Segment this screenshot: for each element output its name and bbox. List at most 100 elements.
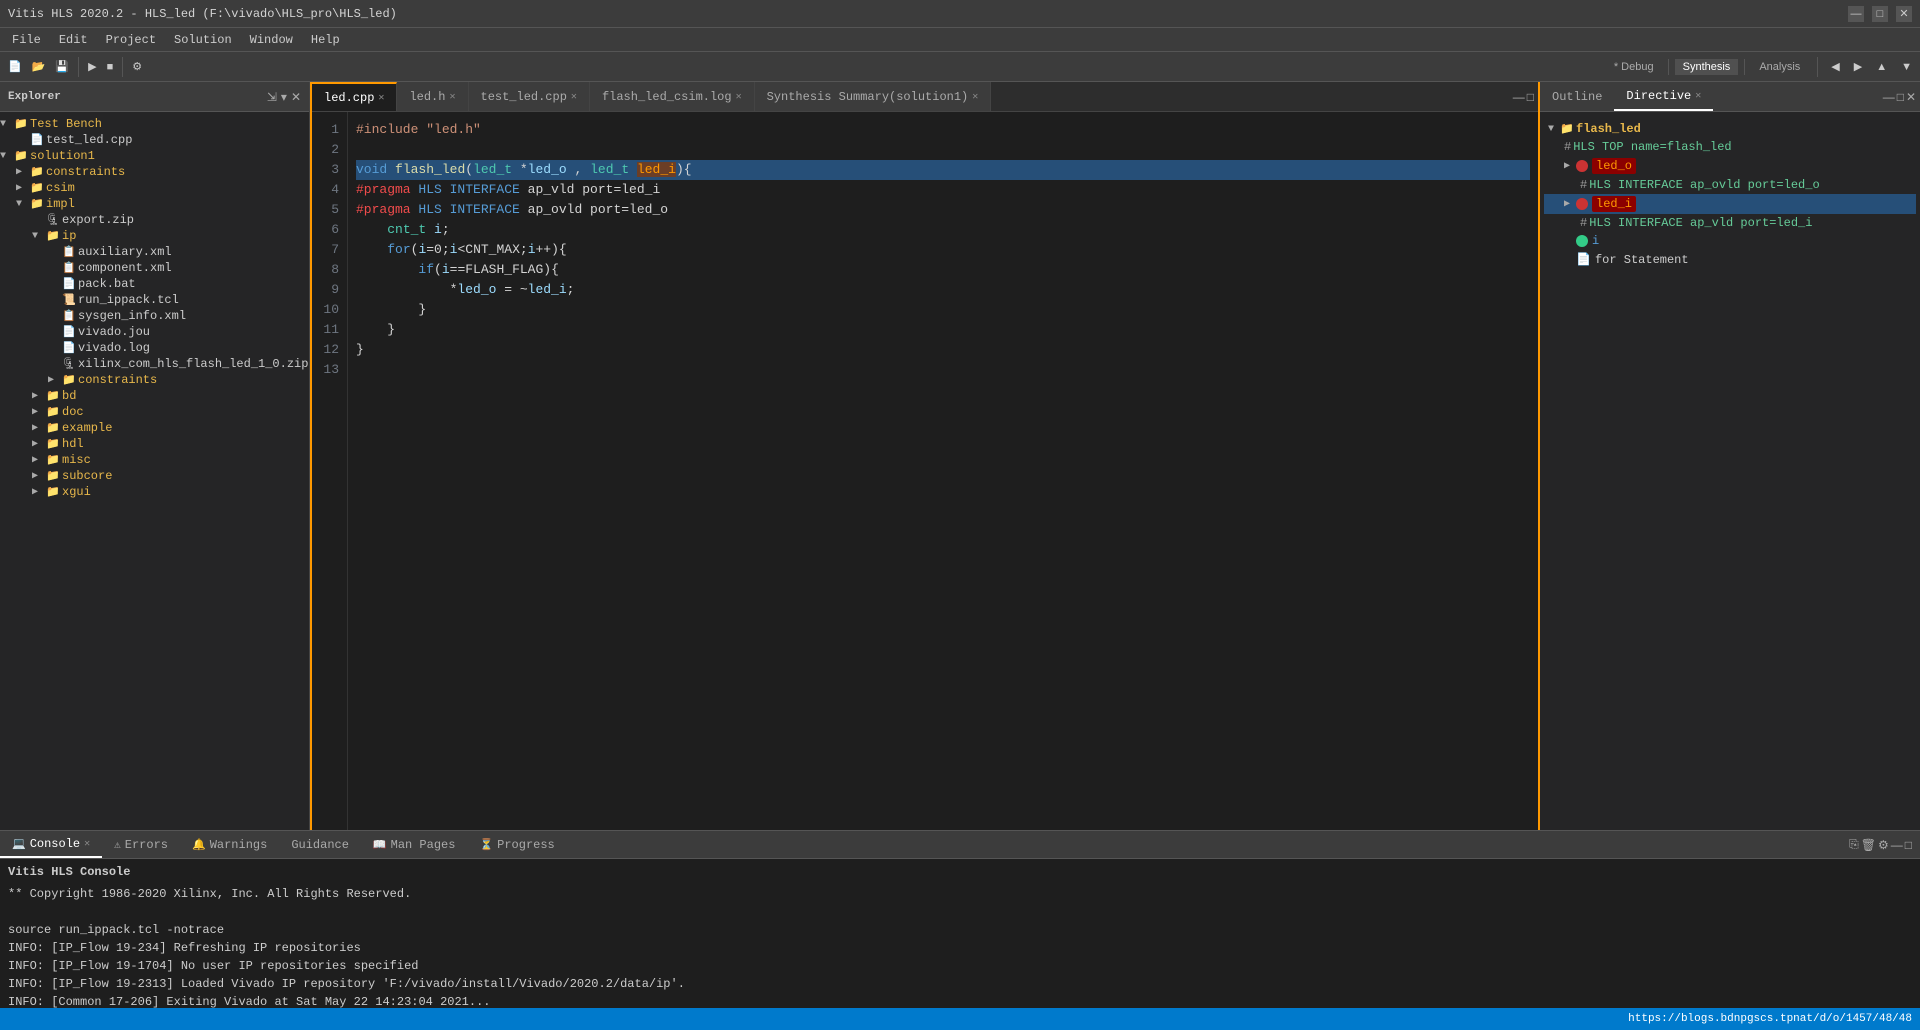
tab-csim-close[interactable]: ✕ — [736, 91, 742, 103]
tree-item[interactable]: ▶📁misc — [0, 452, 309, 468]
analysis-perspective-button[interactable]: Analysis — [1751, 59, 1808, 75]
dir-item-for[interactable]: 📄 for Statement — [1544, 250, 1916, 269]
toolbar-nav-next[interactable]: ▼ — [1897, 59, 1916, 75]
editor-minimize-button[interactable]: — — [1513, 90, 1525, 104]
console-minimize-button[interactable]: — — [1891, 837, 1903, 852]
tab-progress[interactable]: ⏳ Progress — [467, 831, 566, 858]
explorer-panel: Explorer ⇲ ▾ ✕ ▼📁Test Bench📄test_led.cpp… — [0, 82, 310, 830]
tab-led-h-close[interactable]: ✕ — [449, 91, 455, 103]
minimize-button[interactable]: — — [1848, 6, 1864, 22]
toolbar-stop[interactable]: ■ — [103, 59, 118, 75]
tree-item[interactable]: 📋auxiliary.xml — [0, 244, 309, 260]
code-view[interactable]: #include "led.h" void flash_led(led_t *l… — [348, 112, 1538, 830]
console-settings-button[interactable]: ⚙ — [1878, 837, 1889, 852]
menu-file[interactable]: File — [4, 31, 49, 49]
right-panel-minimize[interactable]: — — [1883, 90, 1895, 104]
toolbar-save[interactable]: 💾 — [51, 58, 73, 75]
tree-label: xilinx_com_hls_flash_led_1_0.zip — [78, 357, 308, 371]
tab-test-led-close[interactable]: ✕ — [571, 91, 577, 103]
menu-solution[interactable]: Solution — [166, 31, 240, 49]
tab-console[interactable]: 💻 Console ✕ — [0, 831, 102, 858]
tab-errors[interactable]: ⚠ Errors — [102, 831, 180, 858]
tree-item[interactable]: 📜run_ippack.tcl — [0, 292, 309, 308]
tree-label: misc — [62, 453, 91, 467]
tree-expand-arrow: ▼ — [0, 119, 14, 130]
toolbar-settings[interactable]: ⚙ — [128, 58, 146, 75]
explorer-menu-button[interactable]: ▾ — [281, 90, 287, 104]
console-maximize-button[interactable]: □ — [1905, 837, 1912, 852]
tree-item[interactable]: ▶📁csim — [0, 180, 309, 196]
close-button[interactable]: ✕ — [1896, 6, 1912, 22]
console-panel: 💻 Console ✕ ⚠ Errors 🔔 Warnings Guidance… — [0, 830, 1920, 1030]
right-panel-maximize[interactable]: □ — [1897, 90, 1904, 104]
toolbar-run[interactable]: ▶ — [84, 58, 100, 75]
tab-led-cpp-close[interactable]: ✕ — [378, 92, 384, 104]
tree-item[interactable]: ▼📁ip — [0, 228, 309, 244]
console-clear-button[interactable]: 🗑 — [1861, 837, 1876, 852]
dir-item-flash-led[interactable]: ▼ 📁 flash_led — [1544, 120, 1916, 138]
tree-label: vivado.log — [78, 341, 150, 355]
tree-item[interactable]: 📄pack.bat — [0, 276, 309, 292]
tab-test-led-cpp[interactable]: test_led.cpp ✕ — [469, 82, 590, 111]
tab-synthesis-close[interactable]: ✕ — [972, 91, 978, 103]
console-copy-button[interactable]: ⎘ — [1849, 837, 1859, 852]
tree-item[interactable]: ▶📁bd — [0, 388, 309, 404]
tree-item[interactable]: ▼📁solution1 — [0, 148, 309, 164]
dir-item-led-i[interactable]: ▶ led_i — [1544, 194, 1916, 214]
tab-synthesis-summary[interactable]: Synthesis Summary(solution1) ✕ — [755, 82, 992, 111]
tree-item[interactable]: ▶📁subcore — [0, 468, 309, 484]
tree-item[interactable]: ▼📁impl — [0, 196, 309, 212]
tree-item[interactable]: ▶📁hdl — [0, 436, 309, 452]
folder-icon: 📁 — [30, 197, 46, 211]
menu-edit[interactable]: Edit — [51, 31, 96, 49]
folder-icon: 📁 — [46, 405, 62, 419]
tree-item[interactable]: ▼📁Test Bench — [0, 116, 309, 132]
tab-man-pages-label: Man Pages — [391, 838, 456, 852]
tree-item[interactable]: ▶📁constraints — [0, 164, 309, 180]
right-panel-close[interactable]: ✕ — [1906, 90, 1916, 104]
menu-window[interactable]: Window — [242, 31, 301, 49]
tree-item[interactable]: ▶📁example — [0, 420, 309, 436]
tab-console-close[interactable]: ✕ — [84, 838, 90, 850]
menu-help[interactable]: Help — [303, 31, 348, 49]
tab-led-h[interactable]: led.h ✕ — [397, 82, 468, 111]
tab-outline[interactable]: Outline — [1540, 82, 1614, 111]
tree-item[interactable]: 📋component.xml — [0, 260, 309, 276]
tree-item[interactable]: 📄vivado.log — [0, 340, 309, 356]
file-icon: 📄 — [62, 325, 78, 339]
tree-item[interactable]: ▶📁doc — [0, 404, 309, 420]
line-num-2: 2 — [316, 140, 339, 160]
tree-item[interactable]: 🗜export.zip — [0, 212, 309, 228]
dir-item-led-o[interactable]: ▶ led_o — [1544, 156, 1916, 176]
tree-item[interactable]: ▶📁constraints — [0, 372, 309, 388]
toolbar-nav-forward[interactable]: ▶ — [1850, 58, 1866, 75]
toolbar-nav-up[interactable]: ▲ — [1872, 59, 1891, 75]
directive-tab-close[interactable]: ✕ — [1695, 90, 1701, 102]
code-line-11: } — [356, 320, 1530, 340]
tab-warnings[interactable]: 🔔 Warnings — [180, 831, 279, 858]
dir-item-i[interactable]: i — [1544, 232, 1916, 250]
tree-item[interactable]: 🗜xilinx_com_hls_flash_led_1_0.zip — [0, 356, 309, 372]
debug-perspective-button[interactable]: * Debug — [1606, 59, 1662, 75]
maximize-button[interactable]: □ — [1872, 6, 1888, 22]
editor-maximize-button[interactable]: □ — [1527, 90, 1534, 104]
toolbar-nav-back[interactable]: ◀ — [1827, 58, 1843, 75]
tree-item[interactable]: 📋sysgen_info.xml — [0, 308, 309, 324]
tree-item[interactable]: 📄test_led.cpp — [0, 132, 309, 148]
toolbar-open[interactable]: 📂 — [28, 58, 50, 75]
folder-icon: 📁 — [30, 165, 46, 179]
tab-guidance[interactable]: Guidance — [279, 831, 361, 858]
toolbar-new[interactable]: 📄 — [4, 58, 26, 75]
tree-item[interactable]: ▶📁xgui — [0, 484, 309, 500]
explorer-close-button[interactable]: ✕ — [291, 90, 301, 104]
tab-directive[interactable]: Directive ✕ — [1614, 82, 1713, 111]
tree-item[interactable]: 📄vivado.jou — [0, 324, 309, 340]
tree-label: auxiliary.xml — [78, 245, 172, 259]
explorer-collapse-button[interactable]: ⇲ — [267, 90, 277, 104]
tab-led-cpp[interactable]: led.cpp ✕ — [312, 82, 397, 111]
menu-project[interactable]: Project — [98, 31, 164, 49]
tab-man-pages[interactable]: 📖 Man Pages — [361, 831, 468, 858]
explorer-tree: ▼📁Test Bench📄test_led.cpp▼📁solution1▶📁co… — [0, 112, 309, 830]
synthesis-perspective-button[interactable]: Synthesis — [1675, 59, 1739, 75]
tab-flash-led-csim[interactable]: flash_led_csim.log ✕ — [590, 82, 755, 111]
